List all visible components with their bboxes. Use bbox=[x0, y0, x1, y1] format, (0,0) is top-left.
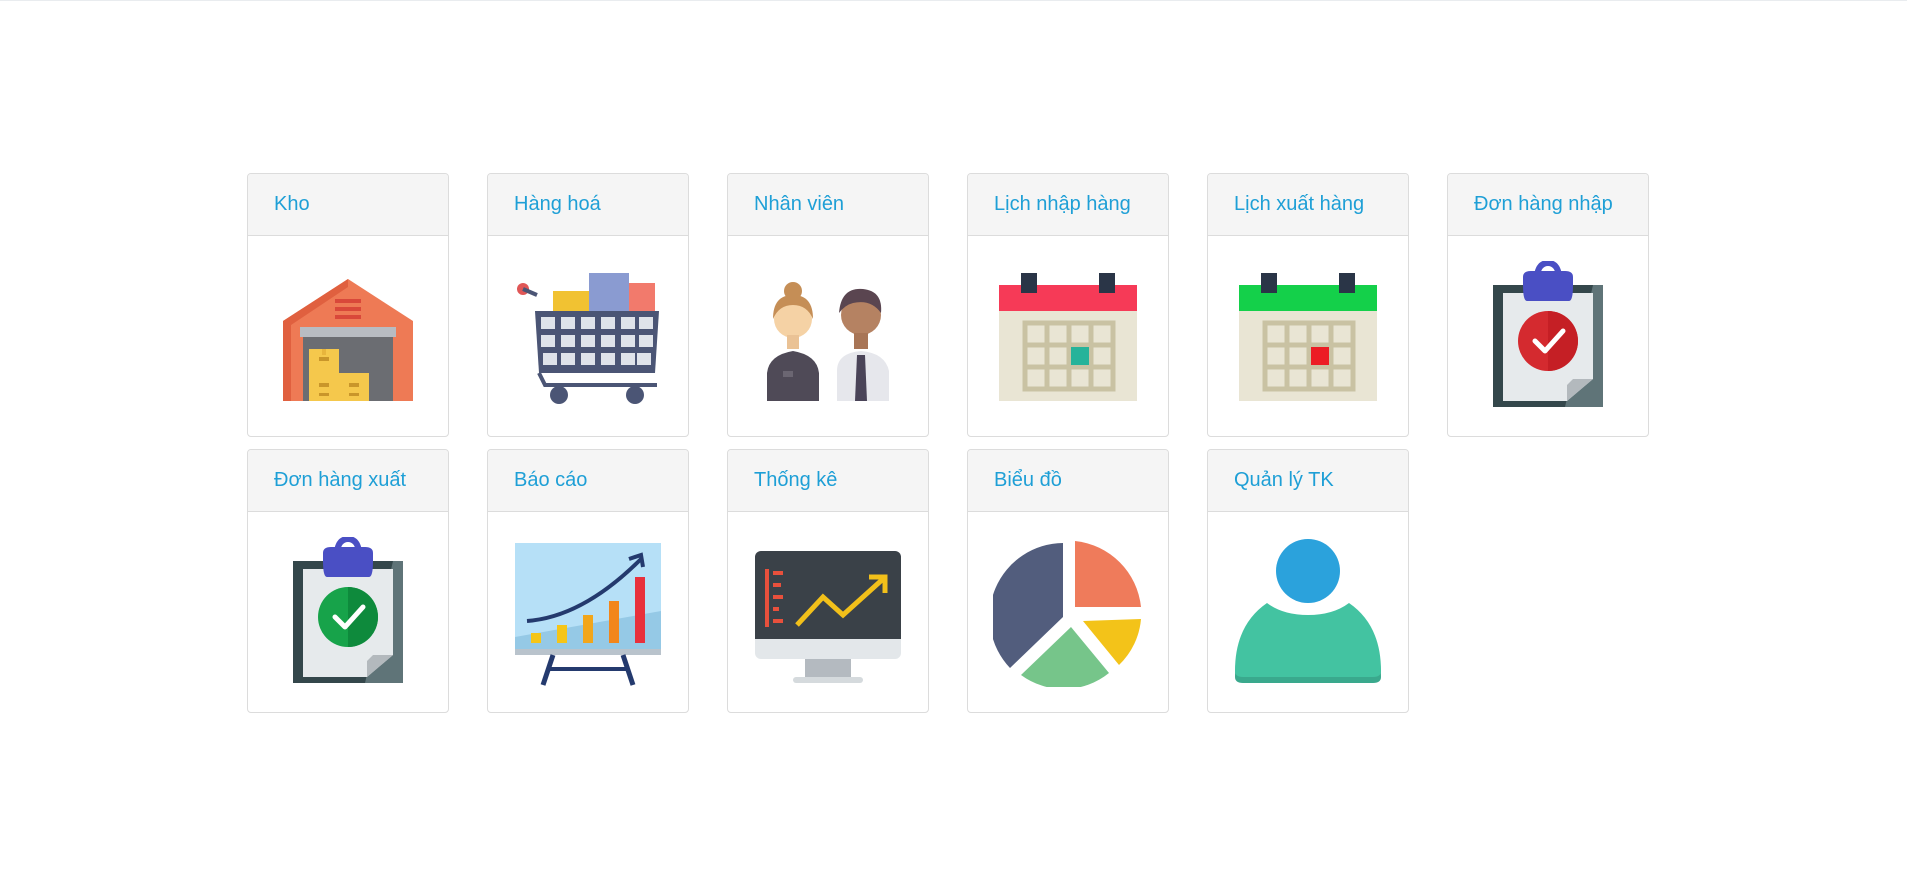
statistics-monitor-icon bbox=[755, 551, 901, 683]
menu-card-thong-ke[interactable]: Thống kê bbox=[727, 449, 929, 713]
menu-card-don-hang-xuat[interactable]: Đơn hàng xuất bbox=[247, 449, 449, 713]
clipboard-export-icon bbox=[293, 537, 403, 683]
menu-card-title[interactable]: Hàng hoá bbox=[488, 174, 688, 236]
menu-card-lich-xuat-hang[interactable]: Lịch xuất hàng bbox=[1207, 173, 1409, 437]
report-chart-icon bbox=[515, 543, 661, 686]
menu-card-body[interactable] bbox=[968, 512, 1168, 712]
menu-card-quan-ly-tk[interactable]: Quản lý TK bbox=[1207, 449, 1409, 713]
pie-chart-icon bbox=[993, 541, 1141, 687]
menu-card-title[interactable]: Quản lý TK bbox=[1208, 450, 1408, 512]
menu-card-body[interactable] bbox=[1448, 236, 1648, 436]
calendar-export-icon bbox=[1239, 273, 1377, 401]
warehouse-icon bbox=[283, 279, 413, 401]
menu-card-title[interactable]: Biểu đồ bbox=[968, 450, 1168, 512]
menu-card-title[interactable]: Lịch nhập hàng bbox=[968, 174, 1168, 236]
menu-card-body[interactable] bbox=[728, 236, 928, 436]
top-divider bbox=[0, 0, 1907, 1]
menu-card-lich-nhap-hang[interactable]: Lịch nhập hàng bbox=[967, 173, 1169, 437]
menu-card-nhan-vien[interactable]: Nhân viên bbox=[727, 173, 929, 437]
clipboard-import-icon bbox=[1493, 261, 1603, 407]
menu-card-title[interactable]: Kho bbox=[248, 174, 448, 236]
dashboard-menu-grid: Kho Hàng hoá Nhân viên Lịch nhập hàng Lị… bbox=[247, 173, 1667, 713]
menu-card-kho[interactable]: Kho bbox=[247, 173, 449, 437]
staff-icon bbox=[767, 282, 889, 401]
menu-card-title[interactable]: Đơn hàng xuất bbox=[248, 450, 448, 512]
menu-card-body[interactable] bbox=[1208, 512, 1408, 712]
menu-card-body[interactable] bbox=[728, 512, 928, 712]
menu-card-don-hang-nhap[interactable]: Đơn hàng nhập bbox=[1447, 173, 1649, 437]
menu-card-body[interactable] bbox=[488, 236, 688, 436]
user-account-icon bbox=[1235, 539, 1381, 683]
menu-card-hang-hoa[interactable]: Hàng hoá bbox=[487, 173, 689, 437]
menu-card-title[interactable]: Nhân viên bbox=[728, 174, 928, 236]
menu-card-title[interactable]: Thống kê bbox=[728, 450, 928, 512]
menu-card-bieu-do[interactable]: Biểu đồ bbox=[967, 449, 1169, 713]
menu-card-title[interactable]: Đơn hàng nhập bbox=[1448, 174, 1648, 236]
menu-card-body[interactable] bbox=[1208, 236, 1408, 436]
menu-card-body[interactable] bbox=[248, 512, 448, 712]
menu-card-title[interactable]: Báo cáo bbox=[488, 450, 688, 512]
menu-card-bao-cao[interactable]: Báo cáo bbox=[487, 449, 689, 713]
menu-card-body[interactable] bbox=[248, 236, 448, 436]
menu-card-title[interactable]: Lịch xuất hàng bbox=[1208, 174, 1408, 236]
calendar-import-icon bbox=[999, 273, 1137, 401]
menu-card-body[interactable] bbox=[968, 236, 1168, 436]
menu-card-body[interactable] bbox=[488, 512, 688, 712]
shopping-cart-icon bbox=[517, 273, 659, 404]
